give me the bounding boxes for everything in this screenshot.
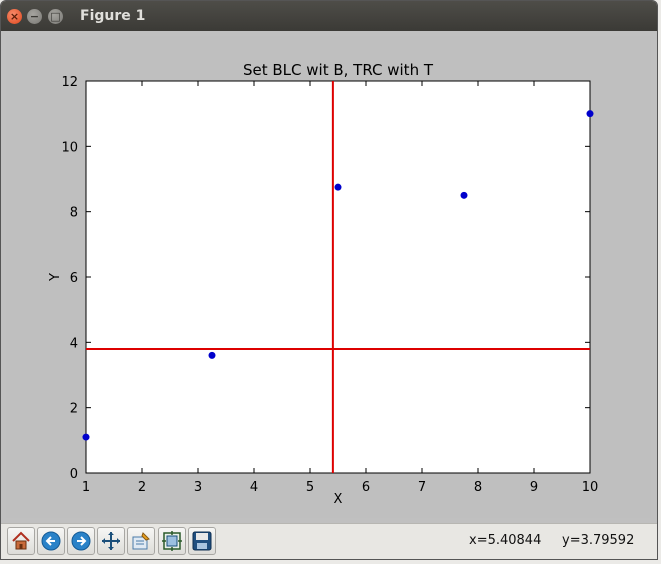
x-tick-label: 5 xyxy=(306,480,314,495)
x-axis-label: X xyxy=(334,492,343,507)
scatter-plot[interactable]: Set BLC wit B, TRC with T X Y 1234567891… xyxy=(6,36,651,518)
x-tick-label: 1 xyxy=(82,480,90,495)
pan-icon xyxy=(102,532,120,550)
subplots-config-icon xyxy=(162,531,182,551)
title-bar[interactable]: × − □ Figure 1 xyxy=(1,1,657,31)
data-point xyxy=(334,183,342,191)
data-point xyxy=(460,191,468,199)
y-tick-label: 10 xyxy=(61,140,78,155)
x-tick-label: 3 xyxy=(194,480,202,495)
x-tick-label: 2 xyxy=(138,480,146,495)
close-window-button[interactable]: × xyxy=(7,9,22,24)
y-tick-label: 2 xyxy=(70,402,78,417)
y-tick-label: 8 xyxy=(70,206,78,221)
window-title: Figure 1 xyxy=(80,8,146,24)
y-tick-label: 12 xyxy=(61,75,78,90)
y-tick-label: 6 xyxy=(70,271,78,286)
x-tick-label: 7 xyxy=(418,480,426,495)
minimize-window-button[interactable]: − xyxy=(27,9,42,24)
home-button[interactable] xyxy=(7,527,35,555)
cursor-y-readout: y=3.79592 xyxy=(562,533,635,548)
data-point xyxy=(586,110,594,118)
figure-window: × − □ Figure 1 Set BLC wit B, TRC with T… xyxy=(0,0,658,560)
x-tick-label: 10 xyxy=(582,480,599,495)
forward-button[interactable] xyxy=(67,527,95,555)
figure-canvas[interactable]: Set BLC wit B, TRC with T X Y 1234567891… xyxy=(6,36,651,518)
zoom-rectangle-button[interactable] xyxy=(127,527,155,555)
y-tick-label: 4 xyxy=(70,336,78,351)
chart-title: Set BLC wit B, TRC with T xyxy=(243,61,434,79)
maximize-window-button[interactable]: □ xyxy=(48,9,63,24)
navigation-toolbar: x=5.40844 y=3.79592 xyxy=(1,523,657,559)
back-button[interactable] xyxy=(37,527,65,555)
x-tick-label: 8 xyxy=(474,480,482,495)
data-point xyxy=(82,433,90,441)
x-tick-label: 9 xyxy=(530,480,538,495)
pan-button[interactable] xyxy=(97,527,125,555)
cursor-x-readout: x=5.40844 xyxy=(469,533,542,548)
back-arrow-icon xyxy=(41,531,61,551)
x-tick-label: 4 xyxy=(250,480,258,495)
home-icon xyxy=(12,531,30,550)
forward-arrow-icon xyxy=(71,531,91,551)
data-point xyxy=(208,351,216,359)
x-tick-label: 6 xyxy=(362,480,370,495)
y-tick-label: 0 xyxy=(70,467,78,482)
zoom-rectangle-icon xyxy=(132,532,150,550)
axes-background xyxy=(85,80,591,474)
y-axis-label: Y xyxy=(48,273,63,282)
save-disk-icon xyxy=(192,531,212,551)
subplots-config-button[interactable] xyxy=(158,527,186,555)
save-button[interactable] xyxy=(188,527,216,555)
